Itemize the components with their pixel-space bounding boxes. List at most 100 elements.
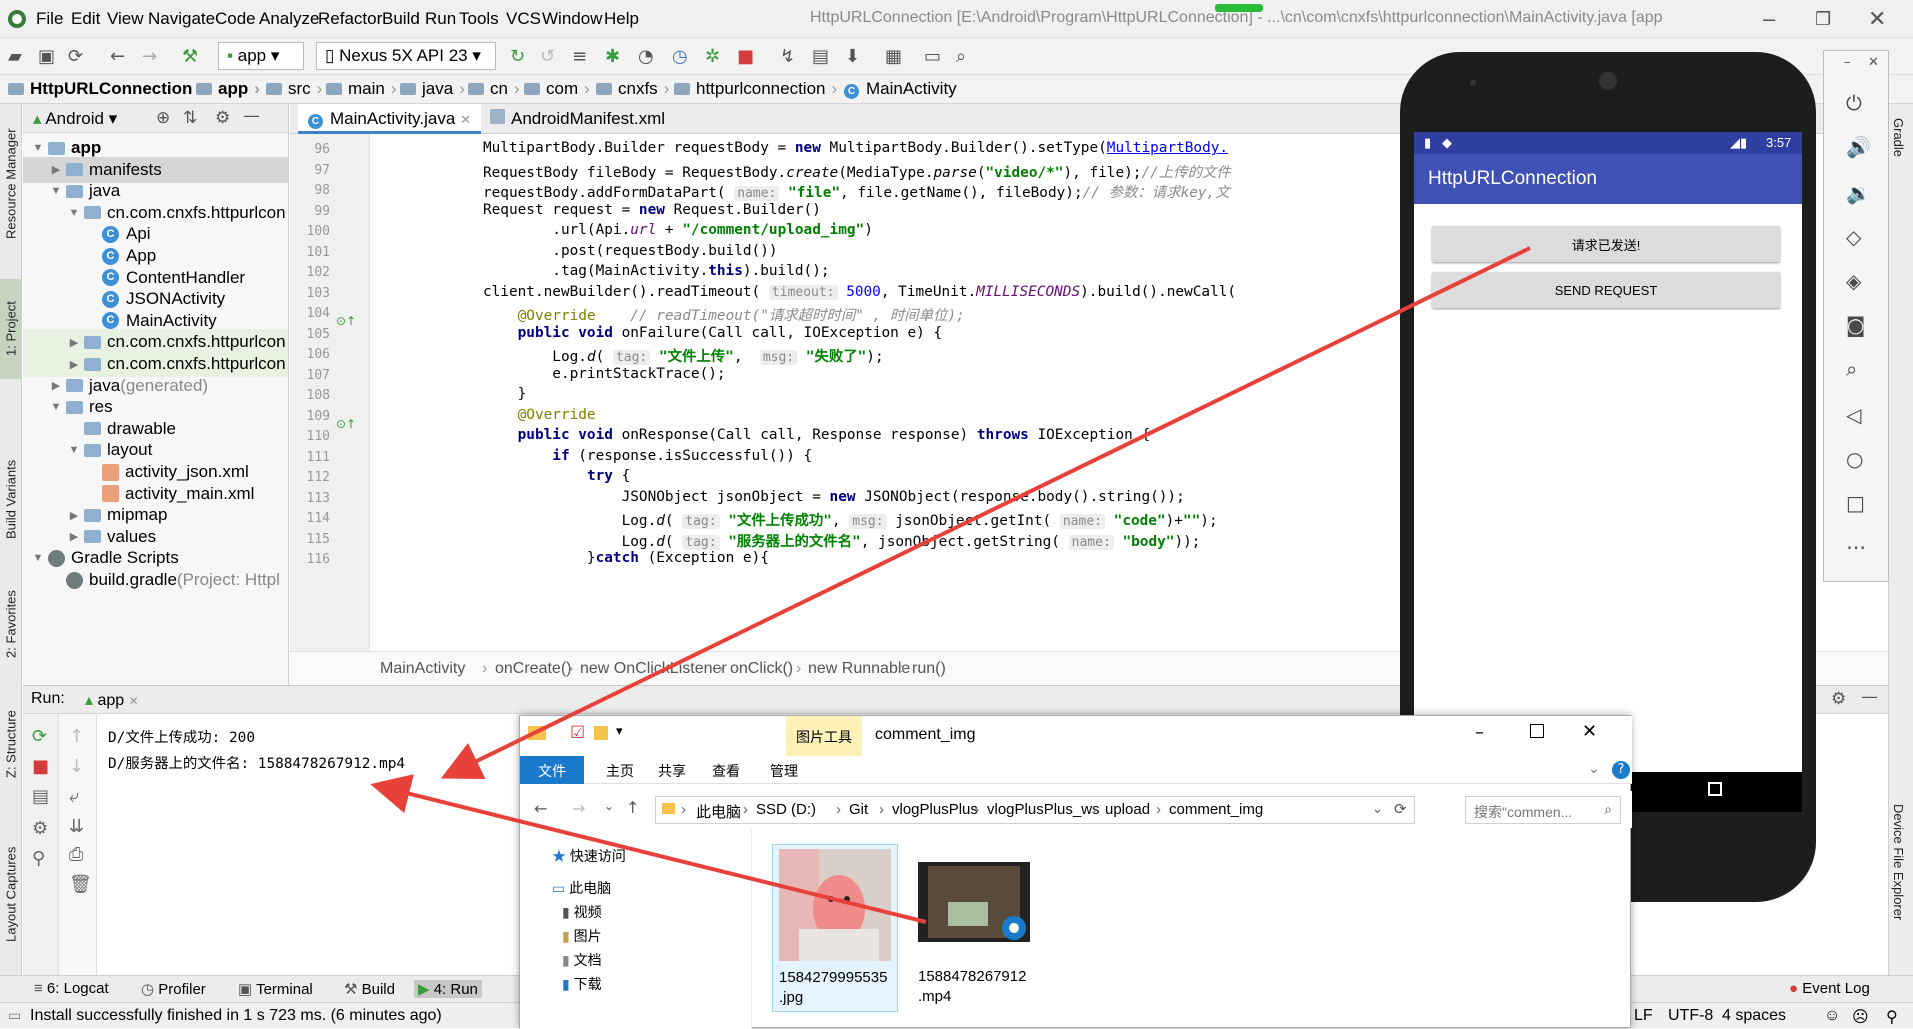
tab-logcat[interactable]: ≡ 6: Logcat	[34, 980, 109, 997]
close-tab-icon[interactable]: ✕	[460, 112, 471, 127]
forward-icon[interactable]: →	[572, 799, 585, 818]
breadcrumb-httpurlconnection[interactable]: httpurlconnection ›	[674, 79, 837, 99]
back-icon[interactable]: ◁	[1846, 403, 1861, 427]
menu-run[interactable]: Run	[425, 9, 456, 29]
breadcrumb-src[interactable]: src ›	[266, 79, 322, 99]
breadcrumb-project[interactable]: HttpURLConnection›	[8, 79, 204, 99]
trash-icon[interactable]: 🗑	[69, 874, 92, 895]
chevron-right-icon[interactable]: ▶	[49, 163, 63, 176]
status-encoding[interactable]: UTF-8	[1668, 1007, 1713, 1025]
path-segment[interactable]: upload	[1105, 801, 1150, 818]
rotate-left-icon[interactable]: ◇	[1846, 225, 1861, 249]
minimize-icon[interactable]: –	[1475, 722, 1484, 743]
qat-dropdown-icon[interactable]: ▾	[616, 724, 623, 739]
tab-device-file-explorer[interactable]: Device File Explorer	[1891, 804, 1906, 920]
module-combo[interactable]: ▪ app ▾	[218, 42, 304, 70]
gear-icon[interactable]: ⚙	[215, 108, 230, 128]
hide-icon[interactable]: —	[1861, 687, 1878, 707]
tab-build-variants[interactable]: Build Variants	[0, 444, 22, 554]
tab-build[interactable]: ⚒ Build	[344, 980, 395, 998]
up-icon[interactable]: ↑	[69, 726, 84, 747]
device-combo[interactable]: ▯ Nexus 5X API 23 ▾	[316, 42, 496, 70]
nav-pictures[interactable]: ▮ 图片	[562, 926, 602, 946]
file-item-mp4[interactable]: 1588478267912 .mp4	[912, 844, 1038, 1012]
power-icon[interactable]: ⏻	[1846, 91, 1862, 115]
soft-wrap-icon[interactable]: ⤶	[69, 786, 79, 807]
crumb-mainactivity[interactable]: MainActivity	[380, 660, 465, 678]
menu-tools[interactable]: Tools	[459, 9, 499, 29]
minimize-icon[interactable]: –	[1763, 6, 1775, 32]
tab-resource-manager[interactable]: Resource Manager	[0, 124, 22, 244]
properties-icon[interactable]: ☑	[570, 723, 585, 743]
breadcrumb-app[interactable]: app ›	[196, 79, 260, 99]
restore-icon[interactable]: ❐	[1815, 9, 1831, 30]
help-icon[interactable]: ?	[1612, 761, 1630, 779]
hide-icon[interactable]: —	[243, 106, 260, 126]
menu-refactor[interactable]: Refactor	[318, 9, 382, 29]
crumb-runnable[interactable]: new Runnable	[808, 660, 910, 678]
path-segment[interactable]: SSD (D:)	[756, 801, 816, 818]
debug-icon[interactable]: ✱	[605, 46, 620, 67]
breadcrumb-java[interactable]: java ›	[400, 79, 465, 99]
maximize-icon[interactable]	[1530, 724, 1544, 738]
search-icon[interactable]: ⌕	[956, 46, 966, 67]
sent-status-button[interactable]: 请求已发送!	[1432, 226, 1780, 262]
breadcrumb-mainactivity[interactable]: C MainActivity	[844, 79, 957, 99]
down-icon[interactable]: ↓	[69, 756, 84, 777]
chevron-down-icon[interactable]: ▼	[49, 401, 63, 413]
locate-icon[interactable]: ⊕	[156, 108, 170, 128]
open-folder-icon[interactable]: ▰	[8, 46, 22, 67]
menu-build[interactable]: Build	[382, 9, 420, 29]
attach-debugger-icon[interactable]: ✲	[705, 46, 720, 67]
status-line-separator[interactable]: LF	[1634, 1007, 1653, 1025]
save-icon[interactable]: ▣	[38, 46, 55, 67]
file-item-jpg[interactable]: 1584279995535 .jpg	[772, 844, 898, 1012]
recent-dropdown-icon[interactable]: ⌄	[604, 799, 614, 813]
chevron-down-icon[interactable]: ▼	[31, 552, 45, 564]
path-segment[interactable]: vlogPlusPlus	[892, 801, 978, 818]
menu-vcs[interactable]: VCS	[506, 9, 541, 29]
apply-changes-icon[interactable]: ↻	[510, 46, 525, 67]
settings-icon[interactable]: ⚙	[32, 818, 48, 839]
menu-help[interactable]: Help	[604, 9, 639, 29]
volume-down-icon[interactable]: 🔉	[1846, 181, 1871, 205]
profile-icon[interactable]: ◷	[672, 46, 688, 67]
project-structure-icon[interactable]: ▦	[885, 46, 902, 67]
tab-terminal[interactable]: ▣ Terminal	[238, 980, 313, 998]
chevron-down-icon[interactable]: ▼	[67, 444, 81, 456]
crumb-onclicklistener[interactable]: new OnClickListener	[580, 660, 727, 678]
attach-icon[interactable]: ◔	[638, 46, 654, 67]
menu-window[interactable]: Window	[542, 9, 602, 29]
chevron-right-icon[interactable]: ▶	[49, 379, 63, 392]
status-indent[interactable]: 4 spaces	[1722, 1007, 1786, 1025]
gradle-sync-icon[interactable]: ↯	[780, 46, 795, 67]
tab-androidmanifest-xml[interactable]: AndroidManifest.xml	[480, 104, 675, 134]
breadcrumb-cn[interactable]: cn ›	[468, 79, 520, 99]
smile-icon[interactable]: ☺	[1824, 1007, 1840, 1025]
breadcrumb-com[interactable]: com ›	[524, 79, 590, 99]
new-folder-icon[interactable]	[594, 726, 608, 740]
zoom-icon[interactable]: ⌕	[1846, 357, 1857, 381]
print-icon[interactable]: ⎙	[69, 844, 83, 865]
override-marker-icon[interactable]: ⊙↑	[336, 314, 356, 328]
sad-icon[interactable]: ☹	[1852, 1007, 1869, 1027]
layout-inspector-icon[interactable]: ▭	[924, 46, 941, 67]
back-icon[interactable]: ←	[534, 799, 547, 818]
crumb-onclick[interactable]: onClick()	[730, 660, 793, 678]
home-icon[interactable]: ○	[1846, 447, 1863, 471]
picture-tools-tab[interactable]: 图片工具	[786, 716, 862, 756]
menu-file[interactable]: File	[36, 9, 63, 29]
stop-icon[interactable]: ■	[737, 46, 754, 67]
rotate-right-icon[interactable]: ◈	[1846, 269, 1861, 293]
overview-icon[interactable]: □	[1846, 491, 1865, 515]
project-view-selector[interactable]: ▴ Android ▾	[33, 109, 117, 129]
address-bar[interactable]: › 此电脑 › SSD (D:) › Git › vlogPlusPlus › …	[655, 796, 1415, 824]
ribbon-tab-file[interactable]: 文件	[520, 756, 584, 784]
chevron-right-icon[interactable]: ▶	[67, 509, 81, 522]
chevron-down-icon[interactable]: ▼	[49, 185, 63, 197]
breadcrumb-main[interactable]: main ›	[326, 79, 397, 99]
tab-gradle[interactable]: Gradle	[1891, 118, 1906, 157]
tree-item[interactable]: build.gradle (Project: Httpl	[23, 567, 288, 593]
menu-navigate[interactable]: Navigate	[148, 9, 215, 29]
recents-icon[interactable]	[1708, 782, 1722, 796]
